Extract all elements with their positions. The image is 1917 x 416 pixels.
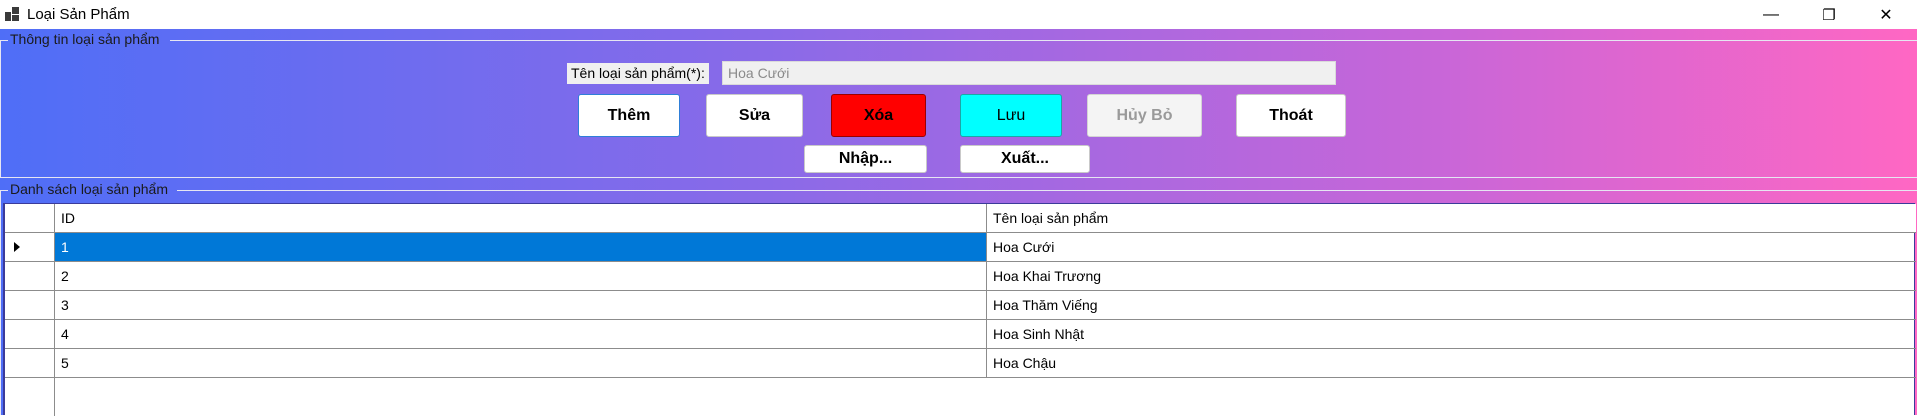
- table-row-name[interactable]: Hoa Cưới: [987, 233, 1916, 262]
- minimize-button[interactable]: —: [1748, 0, 1794, 29]
- column-header-id[interactable]: ID: [55, 204, 987, 233]
- xoa-button[interactable]: Xóa: [831, 94, 926, 137]
- table-row-name[interactable]: Hoa Thăm Viếng: [987, 291, 1916, 320]
- table-row-name[interactable]: Hoa Chậu: [987, 349, 1916, 378]
- column-header-name[interactable]: Tên loại sản phẩm: [987, 204, 1916, 233]
- row-header[interactable]: [5, 349, 55, 378]
- table-row-id[interactable]: 4: [55, 320, 987, 349]
- product-type-name-label: Tên loại sản phẩm(*):: [567, 63, 709, 84]
- table-row-id[interactable]: 1: [55, 233, 987, 262]
- xuat-button[interactable]: Xuất...: [960, 145, 1090, 173]
- table-row-id[interactable]: 5: [55, 349, 987, 378]
- title-bar: Loại Sản Phẩm — ❐ ✕: [0, 0, 1917, 29]
- row-header-divider: [54, 378, 55, 416]
- huy-bo-button[interactable]: Hủy Bỏ: [1087, 94, 1202, 137]
- table-row-name[interactable]: Hoa Sinh Nhật: [987, 320, 1916, 349]
- row-header[interactable]: [5, 291, 55, 320]
- app-icon: [5, 7, 19, 21]
- current-row-icon: [14, 242, 20, 252]
- list-group-title: Danh sách loại sản phẩm: [10, 181, 168, 197]
- sua-button[interactable]: Sửa: [706, 94, 803, 137]
- table-row-id[interactable]: 2: [55, 262, 987, 291]
- restore-button[interactable]: ❐: [1806, 0, 1852, 29]
- row-header[interactable]: [5, 320, 55, 349]
- nhap-button[interactable]: Nhập...: [804, 145, 927, 173]
- product-type-grid[interactable]: ID Tên loại sản phẩm 1 Hoa Cưới 2 Hoa Kh…: [3, 203, 1916, 416]
- row-header[interactable]: [5, 233, 55, 262]
- them-button[interactable]: Thêm: [578, 94, 680, 137]
- table-row-name[interactable]: Hoa Khai Trương: [987, 262, 1916, 291]
- thoat-button[interactable]: Thoát: [1236, 94, 1346, 137]
- row-header[interactable]: [5, 262, 55, 291]
- info-group: Thông tin loại sản phẩm: [0, 29, 1917, 179]
- row-header-corner: [5, 204, 55, 233]
- window-title: Loại Sản Phẩm: [27, 6, 130, 23]
- close-button[interactable]: ✕: [1863, 0, 1909, 29]
- table-row-id[interactable]: 3: [55, 291, 987, 320]
- product-type-name-input[interactable]: [722, 61, 1336, 85]
- luu-button[interactable]: Lưu: [960, 94, 1062, 137]
- info-group-title: Thông tin loại sản phẩm: [10, 31, 160, 47]
